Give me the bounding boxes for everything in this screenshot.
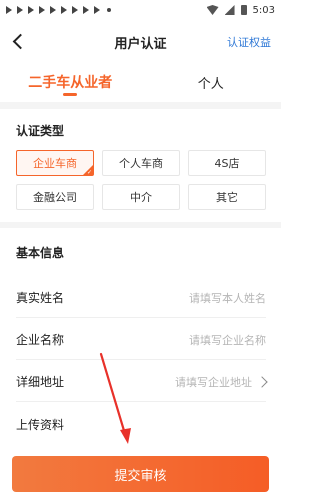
page-title: 用户认证 — [114, 36, 167, 52]
field-label: 企业名称 — [16, 333, 65, 347]
battery-icon — [240, 5, 247, 15]
play-icon — [39, 6, 45, 14]
cert-type-options: 企业车商 个人车商 4S店 金融公司 中介 其它 — [16, 150, 266, 210]
rights-link[interactable]: 认证权益 — [227, 34, 271, 50]
option-finance-company[interactable]: 金融公司 — [16, 184, 94, 210]
upload-field[interactable]: 上传资料 — [16, 404, 266, 444]
divider — [0, 102, 281, 109]
play-icon — [50, 6, 56, 14]
play-icon — [28, 6, 34, 14]
play-icon — [94, 6, 100, 14]
option-individual-dealer[interactable]: 个人车商 — [102, 150, 180, 176]
play-icon — [83, 6, 89, 14]
company-name-input[interactable]: 请填写企业名称 — [189, 332, 266, 348]
field-label: 真实姓名 — [16, 291, 65, 305]
option-other[interactable]: 其它 — [188, 184, 266, 210]
status-bar: 5:03 — [0, 0, 281, 20]
play-icon — [61, 6, 67, 14]
option-4s-store[interactable]: 4S店 — [188, 150, 266, 176]
address-field[interactable]: 详细地址 请填写企业地址 — [16, 362, 268, 402]
divider — [0, 222, 281, 228]
chevron-right-icon — [256, 375, 268, 388]
more-notifications-icon — [107, 8, 111, 12]
address-input[interactable]: 请填写企业地址 — [175, 374, 252, 390]
clock: 5:03 — [252, 4, 275, 16]
wifi-icon — [206, 5, 219, 15]
company-name-field[interactable]: 企业名称 请填写企业名称 — [16, 320, 266, 360]
signal-icon — [224, 5, 235, 15]
notification-icons — [6, 6, 111, 14]
cert-type-title: 认证类型 — [16, 124, 65, 138]
submit-button[interactable]: 提交审核 — [12, 456, 269, 492]
option-enterprise-dealer[interactable]: 企业车商 — [16, 150, 94, 176]
app-header: 用户认证 认证权益 — [0, 22, 281, 62]
option-agency[interactable]: 中介 — [102, 184, 180, 210]
field-label: 详细地址 — [16, 375, 65, 389]
play-icon — [72, 6, 78, 14]
play-icon — [6, 6, 12, 14]
back-arrow-icon[interactable] — [10, 32, 28, 50]
field-label: 上传资料 — [16, 417, 65, 432]
basic-info-title: 基本信息 — [16, 246, 65, 260]
play-icon — [17, 6, 23, 14]
tab-personal[interactable]: 个人 — [141, 62, 282, 102]
tab-dealer[interactable]: 二手车从业者 — [0, 62, 141, 102]
tab-bar: 二手车从业者 个人 — [0, 62, 281, 102]
real-name-input[interactable]: 请填写本人姓名 — [189, 290, 266, 306]
real-name-field[interactable]: 真实姓名 请填写本人姓名 — [16, 278, 266, 318]
